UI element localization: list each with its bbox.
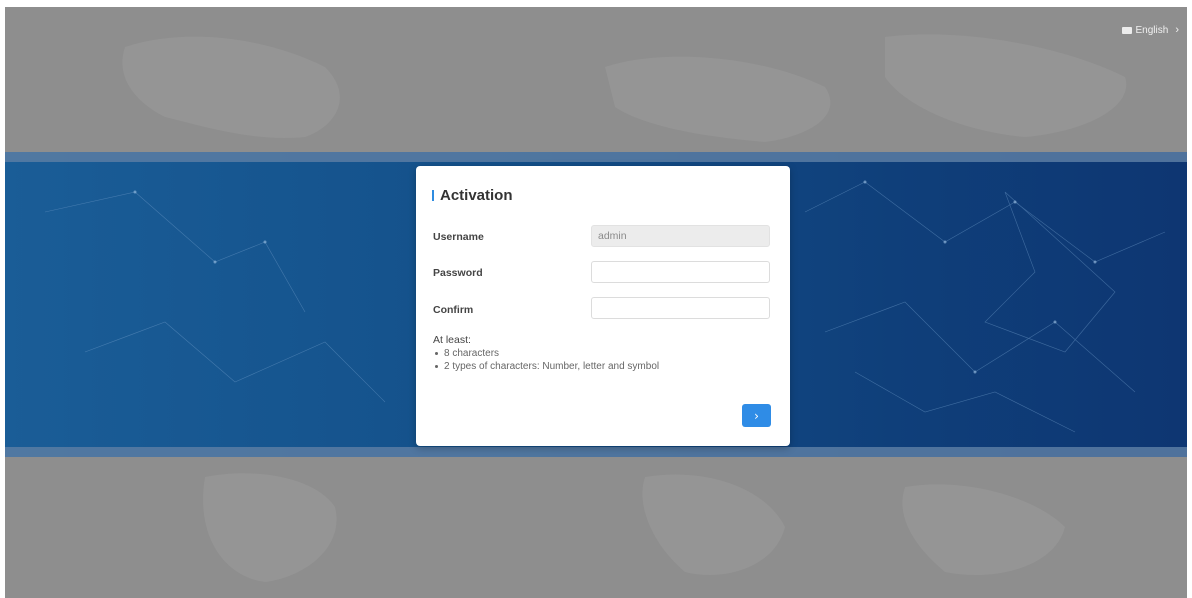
keyboard-icon <box>1121 26 1132 34</box>
activation-dialog: Activation Username Password Confirm At … <box>416 166 790 446</box>
requirement-text: 2 types of characters: Number, letter an… <box>444 361 660 372</box>
bullet-icon <box>435 352 438 355</box>
requirements-heading: At least: <box>433 334 471 346</box>
title-accent-bar <box>432 190 434 201</box>
requirements-list: 8 characters 2 types of characters: Numb… <box>433 347 659 373</box>
username-field[interactable] <box>591 225 770 247</box>
password-label: Password <box>433 267 483 279</box>
dialog-header: Activation <box>432 187 513 204</box>
username-label: Username <box>433 231 484 243</box>
requirement-text: 8 characters <box>444 348 500 359</box>
language-selector[interactable]: English › <box>1121 24 1179 36</box>
banner-bottom-edge <box>5 447 1187 457</box>
requirement-item: 8 characters <box>433 347 659 360</box>
banner-top-edge <box>5 152 1187 162</box>
confirm-password-field[interactable] <box>591 297 770 319</box>
dialog-title: Activation <box>440 187 513 204</box>
requirement-item: 2 types of characters: Number, letter an… <box>433 360 659 373</box>
chevron-right-icon: › <box>754 408 759 423</box>
next-button[interactable]: › <box>742 404 771 427</box>
language-label: English <box>1135 24 1169 36</box>
bullet-icon <box>435 365 438 368</box>
confirm-label: Confirm <box>433 304 474 316</box>
chevron-right-icon: › <box>1175 24 1179 36</box>
password-field[interactable] <box>591 261 770 283</box>
